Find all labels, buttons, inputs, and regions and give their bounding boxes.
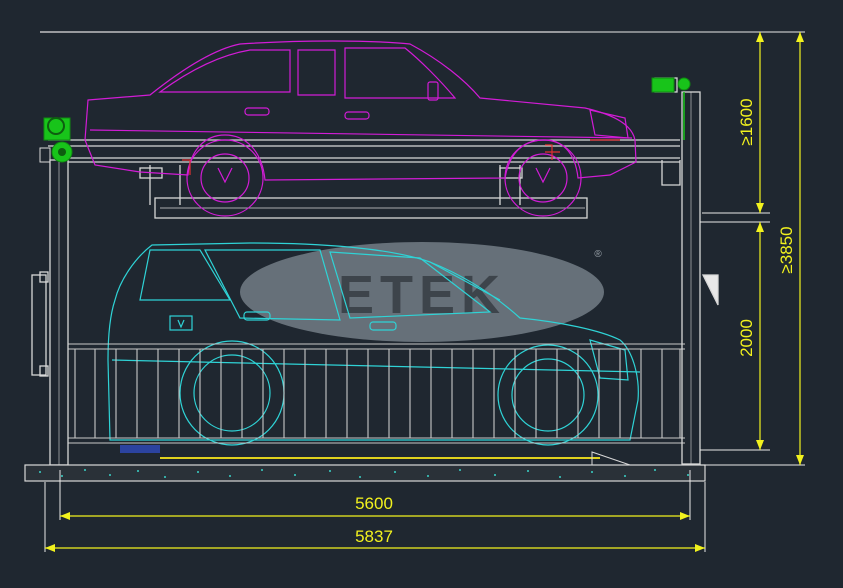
watermark-logo-text: ETEK — [338, 265, 506, 325]
left-motor-mount — [39, 147, 51, 163]
lower-car-window-front — [139, 249, 232, 301]
left-post-guide — [31, 274, 47, 376]
lower-car-rear-wheel-outer — [497, 344, 599, 446]
right-support-bracket — [661, 160, 681, 186]
upper-car-window-mid — [297, 49, 336, 96]
dim-text-upper-clearance: ≥1600 — [737, 98, 756, 145]
pallet-hangers — [149, 165, 521, 205]
upper-car-body — [84, 40, 637, 181]
upper-car-handle-front — [244, 107, 270, 116]
upper-car — [84, 40, 637, 217]
right-post-warning-plate — [701, 274, 719, 306]
registered-mark: ® — [594, 249, 602, 260]
dim-text-lower-clearance: 2000 — [737, 319, 756, 357]
left-motor-unit — [39, 117, 73, 163]
upper-car-front-wheel-outer — [186, 139, 264, 217]
lower-car-taillight — [589, 339, 629, 381]
upper-car-mirror — [427, 81, 439, 101]
right-motor-top — [651, 77, 675, 93]
foundation-slab — [24, 464, 706, 482]
lower-car-badge-v — [177, 319, 185, 329]
ground-plate-blue — [120, 445, 160, 453]
fence-bars — [74, 349, 681, 438]
lower-car-front-wheel-outer — [179, 340, 285, 446]
etek-watermark: ETEK ® — [240, 242, 604, 342]
lower-car-front-wheel-inner — [193, 354, 271, 432]
foundation — [24, 445, 706, 482]
right-motor-unit — [651, 77, 691, 140]
dim-text-total-height: ≥3850 — [777, 226, 796, 273]
upper-car-rear-wheel-inner — [518, 153, 568, 203]
dim-text-inner-width: 5600 — [355, 494, 393, 513]
right-motor-pulley — [677, 77, 691, 91]
dim-text-overall-width: 5837 — [355, 527, 393, 546]
upper-car-front-wheel-inner — [200, 153, 250, 203]
upper-car-handle-rear — [344, 111, 370, 120]
left-motor-gear-hub — [58, 148, 66, 156]
parking-lift-drawing: ETEK ® ≥1600 ≥3850 2000 5600 5837 — [24, 31, 805, 552]
upper-car-window-front — [158, 49, 291, 93]
left-post-bracket-upper — [39, 271, 49, 283]
upper-car-headlight — [589, 109, 629, 139]
upper-car-side-line — [89, 129, 633, 139]
front-fence — [68, 343, 685, 444]
drawing-canvas: ETEK ® ≥1600 ≥3850 2000 5600 5837 — [0, 0, 843, 588]
